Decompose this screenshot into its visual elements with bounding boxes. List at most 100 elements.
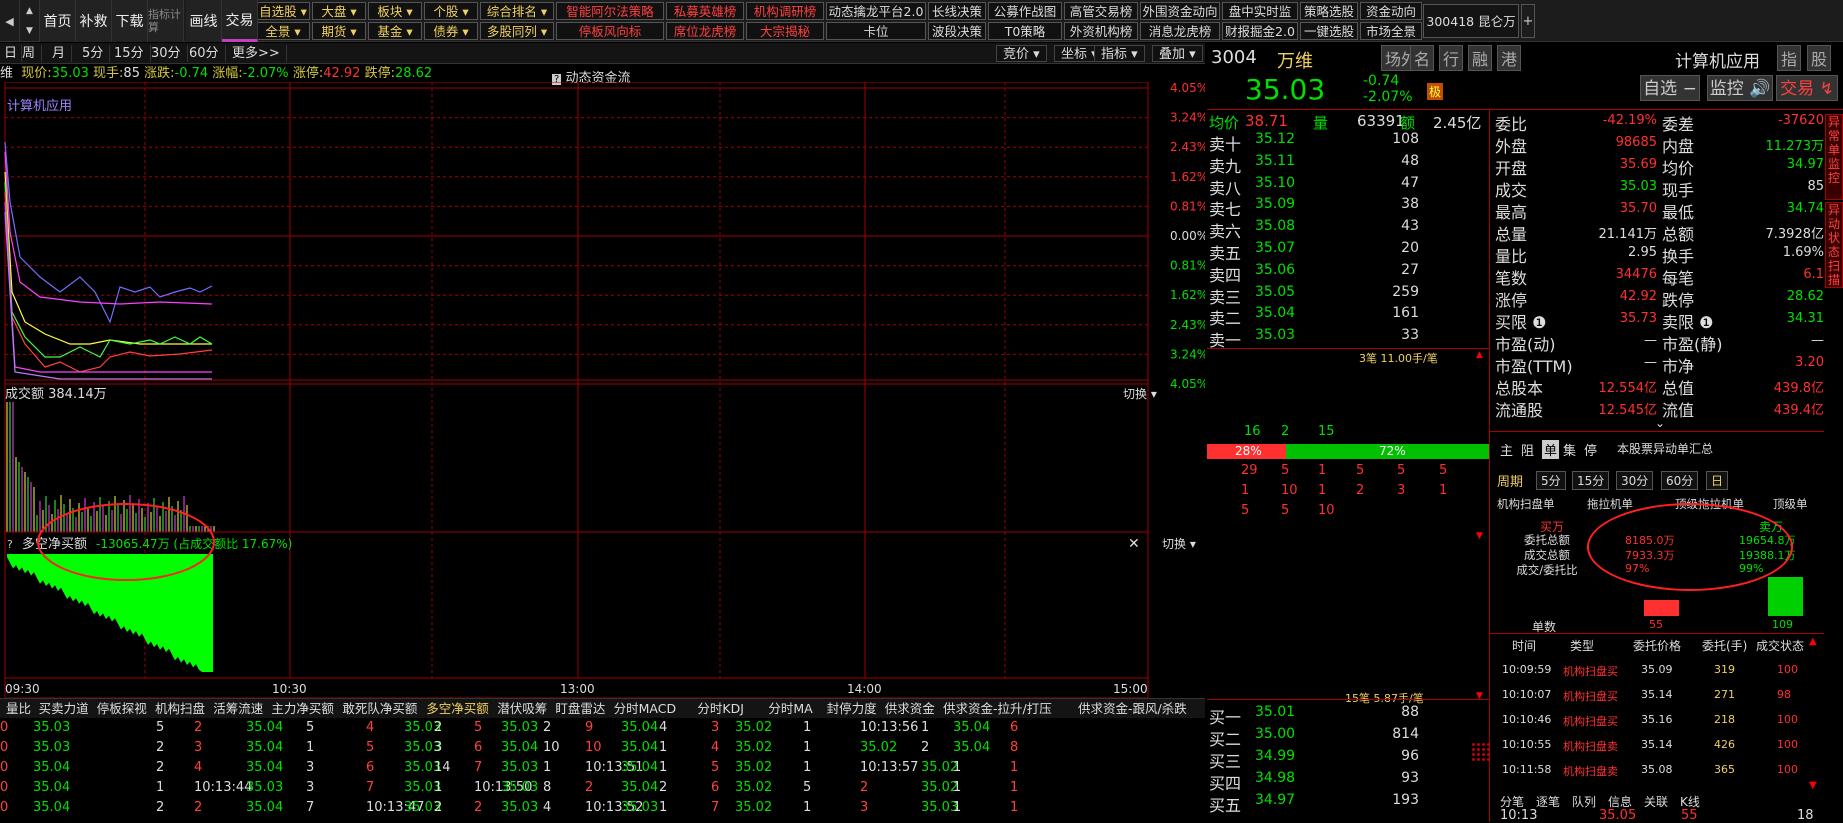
menu-row1-7[interactable]: 机构调研榜	[746, 2, 824, 20]
menu-row2-7[interactable]: 大宗揭秘	[746, 22, 824, 40]
menu-row1-8[interactable]: 动态擒龙平台2.0	[826, 2, 926, 20]
indicator-tab-13[interactable]: 封停力度	[827, 699, 877, 719]
trade-button[interactable]: 交易 ↯	[1776, 75, 1838, 101]
menu-row1-15[interactable]: 资金动向	[1360, 2, 1422, 20]
sector-tag-0[interactable]: 指	[1777, 45, 1802, 71]
menu-row1-10[interactable]: 公募作战图	[988, 2, 1062, 20]
menu-row2-4[interactable]: 多股同列 ▾	[480, 22, 554, 40]
cycle-tab-4[interactable]: 日	[1706, 471, 1729, 490]
up-arrow-icon[interactable]: ▲	[26, 1, 33, 21]
sub-tab-4[interactable]: 停	[1584, 440, 1597, 459]
indicator-tab-6[interactable]: 敢死队净买额	[342, 699, 417, 719]
menu-row2-1[interactable]: 期货 ▾	[312, 22, 366, 40]
add-tab-button[interactable]: +	[1521, 4, 1535, 38]
menu-row1-2[interactable]: 板块 ▾	[368, 2, 422, 20]
sub-tab-0[interactable]: 主	[1500, 440, 1513, 459]
menu-row2-2[interactable]: 基金 ▾	[368, 22, 422, 40]
watchlist-button[interactable]: 自选 −	[1640, 75, 1700, 101]
toolbar-button-3[interactable]: 指标计算	[148, 0, 184, 42]
back-arrow-icon[interactable]: ◀	[0, 0, 20, 42]
period-tab-7[interactable]: 更多>>	[226, 45, 287, 62]
intraday-chart[interactable]: 4.05% 3.24% 2.43% 1.62% 0.81% 0.00% 0.81% 1.62%…	[0, 82, 1205, 698]
menu-row1-0[interactable]: 自选股 ▾	[256, 2, 310, 20]
scroll-down-icon[interactable]: ▼	[1809, 780, 1817, 791]
menu-row1-1[interactable]: 大盘 ▾	[312, 2, 366, 20]
toolbar-button-0[interactable]: 首页	[40, 0, 76, 42]
stock-tab[interactable]: 300418 昆仑万维	[1423, 4, 1519, 63]
indicator-tab-3[interactable]: 机构扫盘	[155, 699, 205, 719]
indicator-tab-4[interactable]: 活筹流速	[213, 699, 263, 719]
menu-row1-14[interactable]: 策略选股	[1300, 2, 1358, 20]
volume-switch[interactable]: 切换 ▾	[1123, 387, 1157, 401]
menu-row2-8[interactable]: 卡位	[826, 22, 926, 40]
menu-row1-3[interactable]: 个股 ▾	[424, 2, 478, 20]
ls-close-icon[interactable]: ✕	[1128, 536, 1140, 552]
chart-tool-3[interactable]: 叠加 ▾	[1152, 45, 1203, 62]
sector-tag-1[interactable]: 股	[1807, 45, 1832, 71]
menu-row1-13[interactable]: 盘中实时监控	[1222, 2, 1298, 37]
indicator-tab-9[interactable]: 盯盘雷达	[555, 699, 605, 719]
menu-row1-12[interactable]: 外围资金动向	[1140, 2, 1220, 20]
indicator-tab-7[interactable]: 多空净买额	[426, 699, 489, 719]
menu-row2-6[interactable]: 席位龙虎榜	[666, 22, 744, 40]
menu-row2-15[interactable]: 市场全景图	[1360, 22, 1422, 57]
scroll-up-icon[interactable]: ▲	[1476, 350, 1486, 360]
indicator-tab-0[interactable]: 量比	[6, 699, 31, 719]
stock-tag-1[interactable]: 名	[1410, 45, 1435, 71]
monitor-button[interactable]: 监控 🔊	[1707, 75, 1773, 101]
cycle-tab-2[interactable]: 30分	[1616, 471, 1654, 490]
right-bottom-tab-4[interactable]: 关联	[1644, 793, 1668, 810]
scroll-down-icon[interactable]: ▼	[1476, 531, 1486, 541]
chart-tool-2[interactable]: 指标 ▾	[1094, 45, 1145, 62]
ls-switch[interactable]: 切换 ▾	[1162, 537, 1196, 551]
sector-name[interactable]: 计算机应用	[1675, 47, 1760, 72]
check-1[interactable]: 拖拉机单	[1587, 496, 1633, 512]
expand-icon[interactable]: ⌄	[1655, 416, 1665, 430]
menu-row2-10[interactable]: T0策略	[988, 22, 1062, 40]
menu-row2-9[interactable]: 波段决策	[928, 22, 986, 40]
menu-row2-5[interactable]: 停板风向标	[556, 22, 664, 40]
chart-tool-0[interactable]: 竞价 ▾	[996, 45, 1047, 62]
menu-row2-13[interactable]: 财报掘金2.0	[1222, 22, 1298, 40]
period-tab-1[interactable]: 周	[16, 45, 43, 62]
abnormal-summary-link[interactable]: 本股票异动单汇总	[1617, 440, 1713, 457]
right-bottom-tab-2[interactable]: 队列	[1572, 793, 1596, 810]
stock-tag-3[interactable]: 融	[1468, 45, 1493, 71]
sub-tab-2[interactable]: 单	[1542, 440, 1560, 459]
indicator-tab-15[interactable]: 供求资金-拉升/打压	[943, 699, 1052, 719]
menu-row2-12[interactable]: 消息龙虎榜2.0	[1140, 22, 1220, 57]
cycle-tab-1[interactable]: 15分	[1572, 471, 1610, 490]
menu-row1-5[interactable]: 智能阿尔法策略	[556, 2, 664, 20]
period-tab-6[interactable]: 60分	[183, 45, 226, 62]
menu-row2-0[interactable]: 全景 ▾	[256, 22, 310, 40]
indicator-tab-5[interactable]: 主力净买额	[271, 699, 334, 719]
indicator-tab-10[interactable]: 分时MACD	[614, 699, 676, 719]
stock-tag-2[interactable]: 行	[1439, 45, 1464, 71]
menu-row1-4[interactable]: 综合排名 ▾	[480, 2, 554, 20]
menu-row2-14[interactable]: 一键选股	[1300, 22, 1358, 40]
period-tab-5[interactable]: 30分	[145, 45, 188, 62]
right-bottom-tab-1[interactable]: 逐笔	[1536, 793, 1560, 810]
menu-row1-11[interactable]: 高管交易榜	[1064, 2, 1138, 20]
sub-tab-3[interactable]: 集	[1563, 440, 1576, 459]
down-arrow-icon[interactable]: ▼	[26, 21, 33, 41]
toolbar-button-5[interactable]: 交易	[222, 0, 258, 42]
indicator-tab-12[interactable]: 分时MA	[768, 699, 812, 719]
period-tab-3[interactable]: 5分	[76, 45, 111, 62]
toolbar-button-2[interactable]: 下载	[112, 0, 148, 42]
menu-row1-6[interactable]: 私募英雄榜	[666, 2, 744, 20]
indicator-tab-14[interactable]: 供求资金	[885, 699, 935, 719]
stock-tag-4[interactable]: 港	[1497, 45, 1522, 71]
vtab-abnormal-scan[interactable]: 异动状态扫描	[1825, 202, 1843, 288]
scroll-up-icon[interactable]: ▲	[1809, 636, 1817, 647]
menu-row1-9[interactable]: 长线决策	[928, 2, 986, 20]
indicator-tab-1[interactable]: 买卖力道	[39, 699, 89, 719]
check-0[interactable]: 机构扫盘单	[1497, 496, 1555, 512]
indicator-tab-11[interactable]: 分时KDJ	[697, 699, 744, 719]
period-tab-2[interactable]: 月	[46, 45, 73, 62]
cycle-tab-0[interactable]: 5分	[1536, 471, 1566, 490]
vtab-abnormal-monitor[interactable]: 异常单监控	[1825, 114, 1843, 200]
menu-row2-11[interactable]: 外资机构榜	[1064, 22, 1138, 40]
menu-row2-3[interactable]: 债券 ▾	[424, 22, 478, 40]
check-3[interactable]: 顶级单	[1773, 496, 1808, 512]
